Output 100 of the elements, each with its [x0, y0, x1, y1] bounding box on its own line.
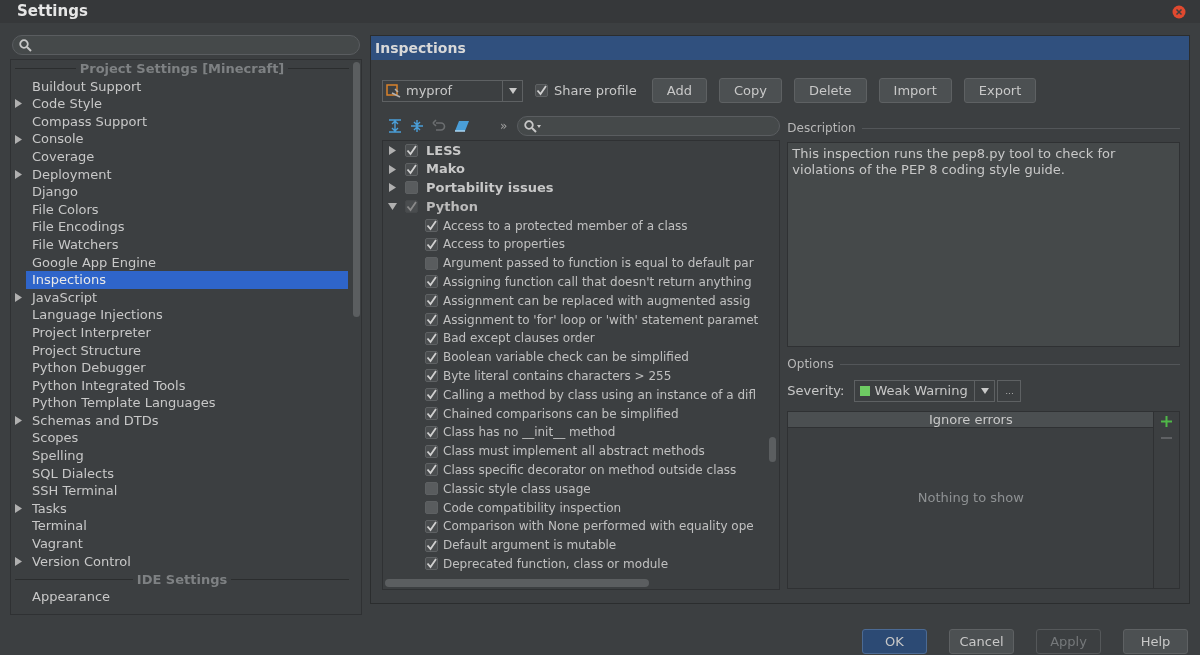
inspection-item[interactable]: Bad except clauses order [443, 329, 595, 348]
checkbox[interactable] [425, 557, 438, 571]
settings-item[interactable]: File Watchers [26, 235, 119, 254]
dialog-button[interactable]: OK [862, 629, 927, 654]
settings-item[interactable]: JavaScript [26, 288, 98, 307]
expand-triangle-icon[interactable] [14, 169, 23, 179]
checkbox[interactable] [425, 219, 438, 233]
settings-item[interactable]: Python Template Languages [26, 394, 216, 412]
inspection-item[interactable]: Calling a method by class using an instance of a difl [443, 385, 756, 404]
inspection-item[interactable]: Deprecated function, class or module [443, 554, 669, 573]
settings-item[interactable]: Console [26, 130, 84, 148]
settings-item[interactable]: Python Debugger [26, 359, 146, 377]
expand-triangle-icon[interactable] [388, 164, 397, 174]
share-profile-label[interactable]: Share profile [554, 80, 637, 101]
expand-triangle-icon[interactable] [14, 99, 23, 109]
inspection-item[interactable]: Class must implement all abstract methods [443, 442, 705, 461]
checkbox[interactable] [425, 388, 438, 402]
settings-item[interactable]: Schemas and DTDs [26, 411, 159, 430]
checkbox[interactable] [535, 84, 548, 97]
inspection-item[interactable]: Access to a protected member of a class [443, 216, 688, 235]
horizontal-scrollbar[interactable] [385, 579, 649, 587]
settings-item[interactable]: SQL Dialects [26, 464, 115, 483]
settings-item[interactable]: Inspections [26, 271, 348, 289]
more-button[interactable]: ... [997, 380, 1022, 402]
inspection-item[interactable]: Comparison with None performed with equality ope [443, 517, 754, 536]
settings-item[interactable]: Spelling [26, 447, 84, 465]
inspection-item[interactable]: Assignment can be replaced with augmented assig [443, 291, 751, 310]
expand-triangle-icon[interactable] [14, 504, 23, 514]
inspection-item[interactable]: Access to properties [443, 235, 565, 254]
expand-triangle-icon[interactable] [14, 134, 23, 144]
expand-triangle-icon[interactable] [14, 556, 23, 566]
inspection-group[interactable]: Portability issues [426, 178, 554, 198]
settings-item[interactable]: Buildout Support [26, 77, 142, 96]
inspection-item[interactable]: Boolean variable check can be simplified [443, 348, 689, 367]
settings-item[interactable]: Appearance [26, 587, 111, 606]
settings-item[interactable]: SSH Terminal [26, 482, 118, 500]
inspection-group[interactable]: Mako [426, 159, 465, 179]
settings-item[interactable]: Code Style [26, 95, 103, 113]
toolbar-button[interactable]: Import [878, 78, 952, 103]
toolbar-button[interactable]: Delete [793, 78, 867, 103]
scrollbar[interactable] [769, 437, 776, 462]
add-icon[interactable] [1161, 416, 1173, 427]
checkbox[interactable] [425, 501, 438, 515]
expand-triangle-icon[interactable] [14, 416, 23, 426]
inspection-item[interactable]: Byte literal contains characters > 255 [443, 366, 672, 385]
checkbox[interactable] [425, 463, 438, 477]
settings-item[interactable]: Django [26, 183, 79, 201]
profile-dropdown[interactable]: myprof [382, 79, 523, 102]
checkbox[interactable] [425, 444, 438, 458]
settings-item[interactable]: Language Injections [26, 306, 163, 324]
checkbox[interactable] [425, 313, 438, 327]
settings-item[interactable]: File Encodings [26, 218, 125, 236]
search-field[interactable] [12, 35, 360, 55]
settings-item[interactable]: Scopes [26, 429, 79, 448]
checkbox[interactable] [405, 162, 418, 176]
checkbox[interactable] [425, 331, 438, 345]
checkbox[interactable] [425, 294, 438, 308]
checkbox[interactable] [425, 275, 438, 289]
toolbar-button[interactable]: Copy [718, 78, 782, 103]
settings-item[interactable]: Google App Engine [26, 253, 157, 272]
checkbox[interactable] [425, 369, 438, 383]
inspection-item[interactable]: Code compatibility inspection [443, 498, 622, 517]
inspection-item[interactable]: Class has no __init__ method [443, 423, 616, 442]
settings-item[interactable]: Coverage [26, 147, 95, 166]
dialog-button[interactable]: Help [1123, 629, 1188, 654]
toolbar-button[interactable]: Add [651, 78, 707, 103]
toolbar-button[interactable]: Export [963, 78, 1037, 103]
settings-item[interactable]: Compass Support [26, 112, 147, 131]
close-icon[interactable] [1172, 4, 1186, 19]
inspection-item[interactable]: Class specific decorator on method outside class [443, 460, 737, 479]
settings-item[interactable]: Project Interpreter [26, 323, 151, 342]
settings-item[interactable]: Vagrant [26, 535, 83, 553]
checkbox[interactable] [425, 425, 438, 439]
checkbox[interactable] [405, 181, 418, 195]
dropdown-caret-icon[interactable] [980, 388, 989, 394]
settings-item[interactable]: Deployment [26, 165, 112, 184]
inspection-item[interactable]: Argument passed to function is equal to default par [443, 254, 754, 273]
checkbox[interactable] [425, 237, 438, 251]
expand-all-icon[interactable] [388, 119, 402, 133]
checkbox[interactable] [425, 407, 438, 421]
scrollbar[interactable] [353, 62, 360, 317]
checkbox[interactable] [425, 350, 438, 364]
checkbox[interactable] [425, 482, 438, 496]
settings-item[interactable]: File Colors [26, 200, 99, 219]
checkbox[interactable] [405, 200, 418, 214]
settings-item[interactable]: Terminal [26, 517, 87, 536]
checkbox[interactable] [425, 538, 438, 552]
inspection-item[interactable]: Assigning function call that doesn't return anything [443, 272, 752, 291]
settings-item[interactable]: Python Integrated Tools [26, 376, 186, 395]
checkbox[interactable] [405, 143, 418, 157]
inspection-item[interactable]: Chained comparisons can be simplified [443, 404, 679, 423]
settings-item[interactable]: Project Structure [26, 341, 142, 360]
checkbox[interactable] [425, 519, 438, 533]
expand-triangle-icon[interactable] [388, 145, 397, 155]
filter-search-field[interactable] [517, 116, 781, 136]
expand-triangle-icon[interactable] [388, 183, 397, 193]
inspection-item[interactable]: Default argument is mutable [443, 536, 617, 555]
settings-item[interactable]: Version Control [26, 552, 131, 571]
expand-triangle-icon[interactable] [14, 293, 23, 302]
inspection-item[interactable]: Assignment to 'for' loop or 'with' statement paramet [443, 310, 759, 329]
